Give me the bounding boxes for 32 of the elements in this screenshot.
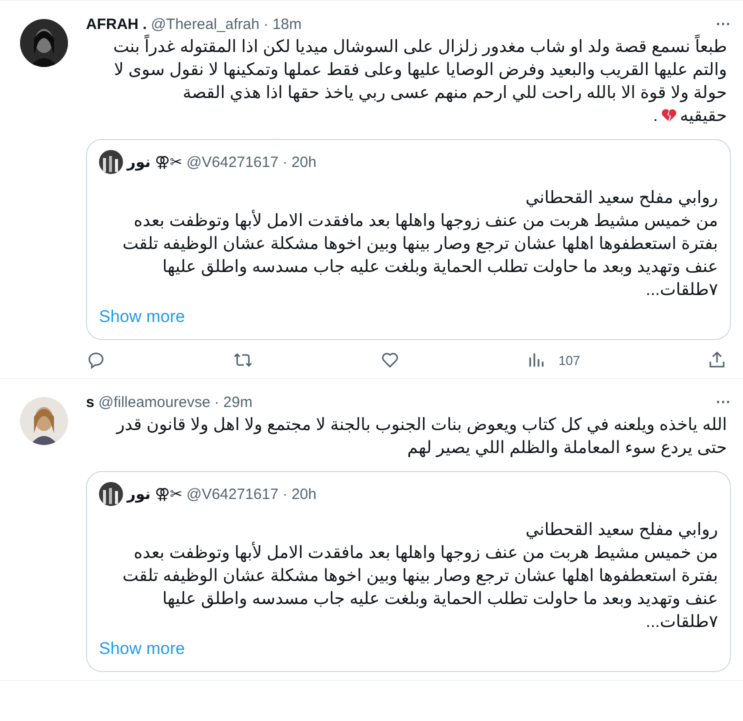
tweet-text: الله ياخذه ويلعنه في كل كتاب ويعوض بنات الجنوب بالجنة لا مجتمع ولا اهل ولا قانون قدر حتى يردع سوء المعاملة والظلم اللي يصير لهم	[114, 414, 728, 459]
quoted-tweet-card[interactable]	[86, 139, 731, 340]
tweet-time[interactable]: 18m	[272, 16, 302, 32]
tweet-time[interactable]: 20h	[291, 486, 316, 502]
separator-dot: ·	[282, 486, 288, 502]
user-name[interactable]: نور ⚢✂	[127, 485, 182, 503]
quoted-text: روابي مفلح سعيد القحطاني من خميس مشيط هربت من عنف زوجها واهلها بعد مافقدت الامل لأبها وتوظفت بعده بفترة استعطفوها اهلها عشان ترجع وصار بينها وبين اخوها مشكلة عشان الوظيفه تلقت عنف وتهديد وبعد ما حاولت تطلب الحماية وبلغت عليه جاب مسدسه واطلق عليها ٧طلقات...	[122, 187, 718, 301]
quoted-text: روابي مفلح سعيد القحطاني من خميس مشيط هربت من عنف زوجها واهلها بعد مافقدت الامل لأبها وتوظفت بعده بفترة استعطفوها اهلها عشان ترجع وصار بينها وبين اخوها مشكلة عشان الوظيفه تلقت عنف وتهديد وبعد ما حاولت تطلب الحماية وبلغت عليه جاب مسدسه واطلق عليها ٧طلقات...	[122, 519, 718, 633]
user-handle[interactable]: @filleamourevse	[98, 394, 210, 410]
like-icon[interactable]	[380, 350, 400, 370]
user-handle[interactable]: @V64271617	[186, 154, 278, 170]
separator-dot: ·	[282, 154, 288, 170]
tweet-time[interactable]: 29m	[223, 394, 252, 410]
user-handle[interactable]: @Thereal_afrah	[150, 16, 260, 32]
user-handle[interactable]: @V64271617	[186, 486, 278, 502]
tweet-time[interactable]: 20h	[291, 154, 316, 170]
retweet-icon[interactable]	[232, 350, 253, 370]
separator-dot: ·	[214, 394, 220, 410]
quoted-tweet-card[interactable]	[86, 471, 731, 672]
more-button[interactable]: ···	[716, 16, 731, 32]
broken-heart-icon	[660, 108, 677, 123]
more-button[interactable]: ···	[716, 394, 731, 410]
user-name[interactable]: AFRAH .	[86, 16, 147, 32]
views-count: 107	[558, 352, 580, 368]
user-name[interactable]: نور ⚢✂	[127, 153, 182, 171]
share-icon[interactable]	[706, 350, 727, 370]
user-name[interactable]: s	[86, 394, 94, 410]
reply-icon[interactable]	[86, 350, 106, 370]
tweet-text: حقيقيه	[680, 105, 727, 127]
tweet-text: طبعاً نسمع قصة ولد او شاب مغدور زلزال على السوشال ميديا لكن اذا المقتوله غدراً بنت والتم عليها القريب والبعيد وفرض الوصايا عليها وعلى فقط عملها وتمكينها لا نقول سوى لا حولة ولا قوة الا بالله راحت للي ارحم منهم عسى ربي ياخذ حقها اذا هذي القصة	[86, 35, 731, 104]
tweet-text: .	[653, 105, 658, 127]
separator-dot: ·	[263, 16, 268, 32]
